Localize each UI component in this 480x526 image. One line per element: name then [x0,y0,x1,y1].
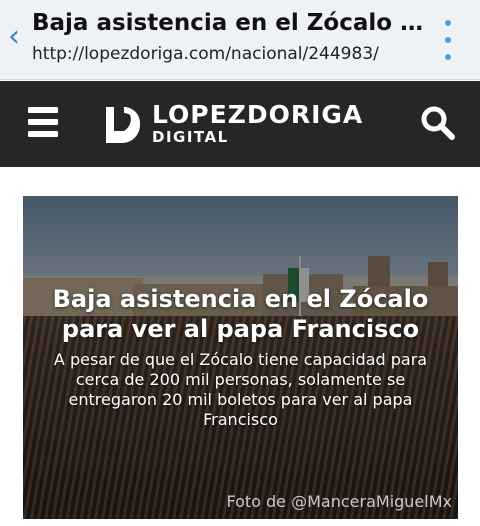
browser-page-title: Baja asistencia en el Zócalo para ver al… [32,10,432,36]
logo-wordmark: LOPEZDORIGA [152,99,364,129]
chevron-left-icon: ‹ [8,19,20,54]
logo-subtitle: DIGITAL [152,127,229,146]
browser-url[interactable]: http://lopezdoriga.com/nacional/244983/ [32,44,432,64]
search-icon [421,106,455,140]
article-summary: A pesar de que el Zócalo tiene capacidad… [53,350,428,429]
browser-toolbar: ‹ Baja asistencia en el Zócalo para ver … [0,0,480,80]
photo-credit: Foto de @ManceraMiguelMx [226,492,452,511]
article-headline[interactable]: Baja asistencia en el Zócalo para ver al… [33,284,448,344]
site-logo[interactable]: LOPEZDORIGA DIGITAL [102,101,363,145]
site-header: LOPEZDORIGA DIGITAL [0,81,480,207]
article-hero-card[interactable]: Baja asistencia en el Zócalo para ver al… [23,196,458,519]
logo-mark-icon [106,107,140,143]
hamburger-icon[interactable] [28,107,58,137]
kebab-menu-icon[interactable] [440,20,456,60]
back-button[interactable]: ‹ [4,22,24,52]
scrollbar[interactable] [474,167,477,207]
search-button[interactable] [418,103,458,143]
